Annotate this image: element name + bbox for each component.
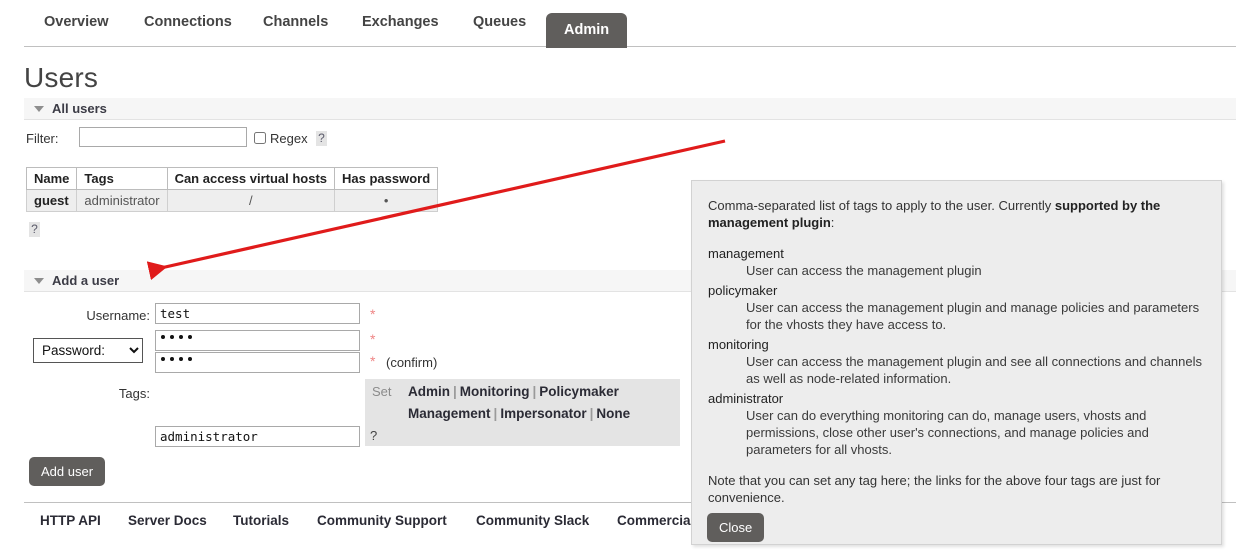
tooltip-term-monitoring: monitoring (708, 337, 769, 352)
tag-link-management[interactable]: Management (408, 406, 491, 421)
filter-label: Filter: (26, 131, 59, 146)
cell-user-vhosts: / (166, 189, 336, 212)
password-dot (188, 357, 192, 361)
nav-tab-queues[interactable]: Queues (473, 14, 526, 30)
tooltip-def-policymaker: User can access the management plugin an… (746, 300, 1200, 332)
tag-separator: | (493, 406, 498, 421)
tooltip-intro-after: : (830, 215, 835, 230)
cell-user-tags: administrator (76, 189, 168, 212)
tooltip-intro-before: Comma-separated list of tags to apply to… (708, 198, 1055, 213)
regex-checkbox[interactable] (254, 132, 266, 144)
password-dot (161, 335, 165, 339)
username-required-marker: * (370, 306, 376, 322)
nav-tab-overview[interactable]: Overview (44, 14, 109, 30)
password-dot (179, 357, 183, 361)
collapse-triangle-icon (34, 106, 44, 112)
column-header-vhosts[interactable]: Can access virtual hosts (166, 167, 336, 190)
footer-link-tutorials[interactable]: Tutorials (233, 513, 289, 528)
username-input[interactable] (155, 303, 360, 324)
password-dot (170, 357, 174, 361)
password-confirm-required-marker: * (370, 353, 376, 369)
tooltip-term-administrator: administrator (708, 391, 784, 406)
tooltip-content: Comma-separated list of tags to apply to… (692, 181, 1221, 506)
tags-set-label: Set (372, 384, 392, 399)
nav-divider (24, 46, 1236, 47)
tag-separator: | (589, 406, 594, 421)
tag-link-impersonator[interactable]: Impersonator (500, 406, 586, 421)
footer-link-http-api[interactable]: HTTP API (40, 513, 101, 528)
footer-link-commercial[interactable]: Commercial (617, 513, 694, 528)
tags-help-icon[interactable]: ? (370, 428, 377, 443)
nav-tab-exchanges[interactable]: Exchanges (362, 14, 439, 30)
section-header-all-users[interactable]: All users (24, 98, 1236, 120)
close-button[interactable]: Close (707, 513, 765, 542)
password-confirm-note: (confirm) (386, 355, 438, 370)
tooltip-def-monitoring: User can access the management plugin an… (746, 354, 1203, 386)
tag-link-monitoring[interactable]: Monitoring (460, 384, 530, 399)
tag-links-row-1: Admin | Monitoring | Policymaker (408, 384, 619, 399)
password-required-marker: * (370, 331, 376, 347)
tooltip-def-management: User can access the management plugin (746, 263, 982, 278)
tooltip-term-management: management (708, 246, 784, 261)
tag-link-none[interactable]: None (596, 406, 630, 421)
collapse-triangle-icon (34, 278, 44, 284)
tag-link-admin[interactable]: Admin (408, 384, 450, 399)
users-table: Name Tags Can access virtual hosts Has p… (25, 167, 439, 212)
password-dot (188, 335, 192, 339)
username-label: Username: (86, 308, 150, 323)
footer-link-community-slack[interactable]: Community Slack (476, 513, 589, 528)
tags-input[interactable] (155, 426, 360, 447)
tooltip-note: Note that you can set any tag here; the … (708, 473, 1161, 505)
tooltip-def-administrator: User can do everything monitoring can do… (746, 408, 1149, 457)
tag-link-policymaker[interactable]: Policymaker (539, 384, 619, 399)
regex-help-icon[interactable]: ? (316, 131, 327, 146)
tags-label: Tags: (118, 386, 150, 401)
password-dot (170, 335, 174, 339)
tag-separator: | (532, 384, 537, 399)
nav-tab-connections[interactable]: Connections (144, 14, 232, 30)
add-user-button[interactable]: Add user (29, 457, 106, 486)
section-label-all-users: All users (52, 101, 107, 116)
password-dot (179, 335, 183, 339)
main-navigation: Overview Connections Channels Exchanges … (0, 0, 1236, 48)
password-confirm-input[interactable] (155, 352, 360, 373)
column-header-tags[interactable]: Tags (76, 167, 168, 190)
tags-help-popup: Comma-separated list of tags to apply to… (691, 180, 1222, 545)
table-row[interactable]: guest administrator / • (25, 189, 439, 212)
cell-user-has-password: • (334, 189, 439, 212)
filter-input[interactable] (79, 127, 247, 147)
nav-tab-admin[interactable]: Admin (546, 13, 628, 48)
table-header-row: Name Tags Can access virtual hosts Has p… (25, 167, 439, 190)
column-header-name[interactable]: Name (25, 167, 78, 190)
cell-user-name[interactable]: guest (25, 189, 78, 212)
password-dot (161, 357, 165, 361)
section-label-add-user: Add a user (52, 273, 120, 288)
tooltip-intro: Comma-separated list of tags to apply to… (708, 197, 1203, 231)
tag-separator: | (453, 384, 457, 399)
users-table-help-icon[interactable]: ? (29, 222, 40, 237)
footer-link-server-docs[interactable]: Server Docs (128, 513, 207, 528)
footer-link-community-support[interactable]: Community Support (317, 513, 447, 528)
page-title: Users (24, 62, 99, 93)
password-input[interactable] (155, 330, 360, 351)
nav-tab-channels[interactable]: Channels (263, 14, 328, 30)
column-header-password[interactable]: Has password (334, 167, 439, 190)
tooltip-term-policymaker: policymaker (708, 283, 778, 298)
tag-links-row-2: Management | Impersonator | None (408, 406, 630, 421)
regex-label: Regex (270, 131, 308, 146)
password-type-select[interactable]: Password: (33, 338, 143, 363)
